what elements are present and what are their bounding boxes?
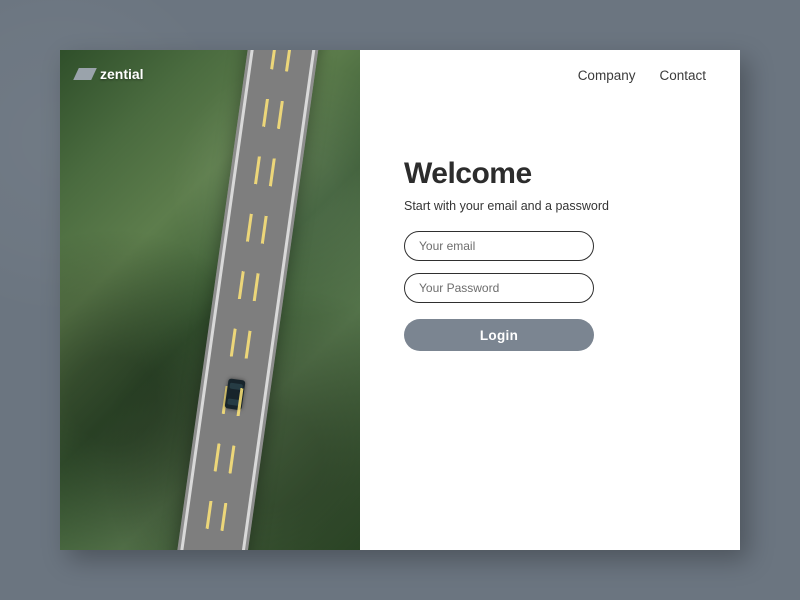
login-button[interactable]: Login xyxy=(404,319,594,351)
top-nav: Company Contact xyxy=(404,68,706,83)
password-field[interactable] xyxy=(404,273,594,303)
form-panel: Company Contact Welcome Start with your … xyxy=(360,50,740,550)
page-subtitle: Start with your email and a password xyxy=(404,199,654,213)
login-card: zential Company Contact Welcome Start wi… xyxy=(60,50,740,550)
car-graphic xyxy=(225,378,246,410)
hero-image: zential xyxy=(60,50,360,550)
brand: zential xyxy=(76,66,144,82)
nav-contact[interactable]: Contact xyxy=(659,68,706,83)
login-form: Welcome Start with your email and a pass… xyxy=(404,157,654,351)
email-field[interactable] xyxy=(404,231,594,261)
page-title: Welcome xyxy=(404,157,654,191)
brand-name: zential xyxy=(100,66,144,82)
brand-logo-icon xyxy=(73,68,97,80)
nav-company[interactable]: Company xyxy=(578,68,636,83)
